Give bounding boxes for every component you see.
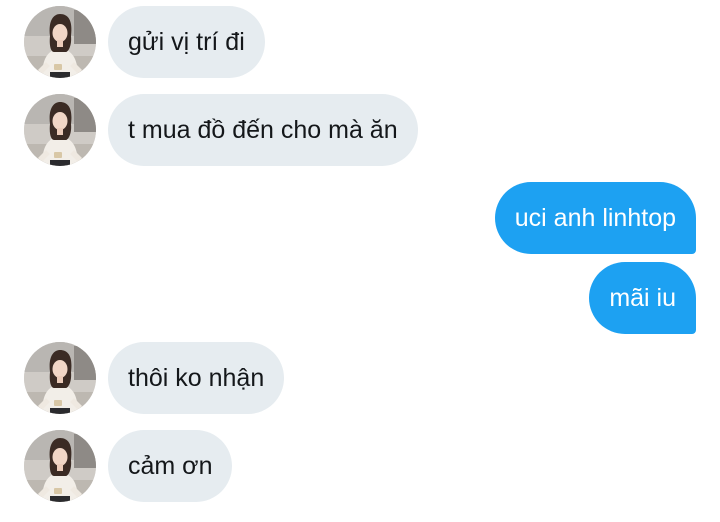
incoming-message-bubble[interactable]: cảm ơn <box>108 430 233 502</box>
message-row: gửi vị trí đi <box>0 0 720 78</box>
message-row: thôi ko nhận <box>0 336 720 414</box>
avatar-photo-icon <box>24 430 96 502</box>
message-row: cảm ơn <box>0 424 720 502</box>
outgoing-message-bubble[interactable]: mãi iu <box>589 262 696 334</box>
avatar-photo-icon <box>24 6 96 78</box>
avatar[interactable] <box>24 94 96 166</box>
incoming-message-bubble[interactable]: thôi ko nhận <box>108 342 285 414</box>
incoming-message-bubble[interactable]: t mua đồ đến cho mà ăn <box>108 94 418 166</box>
avatar-photo-icon <box>24 94 96 166</box>
avatar[interactable] <box>24 6 96 78</box>
avatar[interactable] <box>24 342 96 414</box>
avatar[interactable] <box>24 430 96 502</box>
avatar-photo-icon <box>24 342 96 414</box>
message-row: uci anh linhtop <box>0 176 720 254</box>
message-row: t mua đồ đến cho mà ăn <box>0 88 720 166</box>
message-row: mãi iu <box>0 256 720 334</box>
outgoing-message-bubble[interactable]: uci anh linhtop <box>494 182 696 254</box>
incoming-message-bubble[interactable]: gửi vị trí đi <box>108 6 265 78</box>
